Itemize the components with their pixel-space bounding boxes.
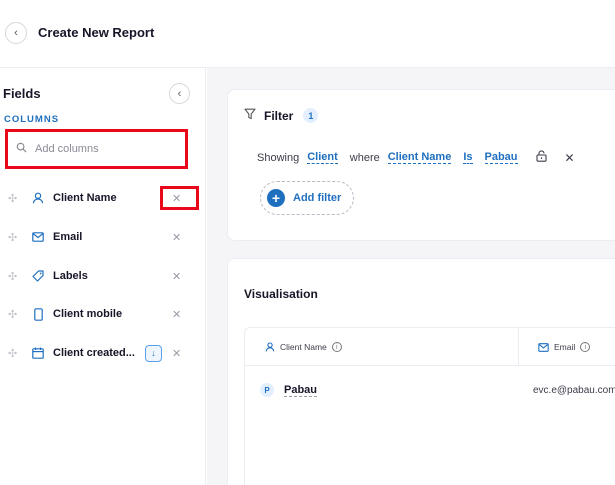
info-icon[interactable]: i — [580, 342, 591, 352]
add-filter-label: Add filter — [293, 192, 342, 204]
column-header-label: Client Name — [280, 342, 327, 352]
column-header-label: Email — [554, 342, 576, 352]
filter-card: Filter 1 Showing Client where Client Nam… — [227, 89, 615, 241]
table-row: P Pabau evc.e@pabau.com — [245, 366, 615, 412]
filter-value-selector[interactable]: Pabau — [484, 151, 518, 164]
email-cell: evc.e@pabau.com — [533, 385, 615, 396]
drag-handle-icon[interactable]: ✣ — [8, 270, 17, 283]
mail-icon — [538, 342, 549, 352]
field-row-email[interactable]: ✣ Email ✕ — [0, 225, 200, 249]
client-name-cell[interactable]: Pabau — [284, 384, 318, 397]
mail-icon — [31, 230, 45, 244]
funnel-icon — [244, 108, 256, 123]
fields-sidebar: Fields ‹ COLUMNS ✣ Client Name ✕ ✣ Email… — [0, 68, 206, 485]
info-icon[interactable]: i — [331, 342, 342, 352]
table-header: Client Name i Email i — [245, 328, 615, 366]
remove-field-button[interactable]: ✕ — [172, 347, 181, 360]
remove-field-button[interactable]: ✕ — [172, 308, 181, 321]
search-icon — [16, 142, 27, 156]
entity-selector[interactable]: Client — [307, 151, 338, 164]
where-label: where — [349, 151, 380, 164]
field-row-labels[interactable]: ✣ Labels ✕ — [0, 264, 200, 288]
showing-label: Showing — [257, 151, 300, 164]
columns-section-label: COLUMNS — [4, 114, 60, 125]
calendar-icon — [31, 346, 45, 360]
field-label: Labels — [53, 270, 88, 282]
add-columns-input[interactable] — [35, 143, 175, 155]
column-header-email[interactable]: Email i — [538, 328, 591, 366]
arrow-down-icon: ↓ — [151, 348, 156, 358]
top-bar: ‹ Create New Report — [0, 0, 615, 68]
user-icon — [265, 342, 275, 352]
avatar: P — [260, 383, 274, 397]
filter-sentence: Showing Client where Client Name Is Paba… — [257, 150, 587, 165]
sort-button[interactable]: ↓ — [145, 344, 162, 362]
filter-field-selector[interactable]: Client Name — [387, 151, 452, 164]
lock-icon[interactable] — [535, 150, 547, 165]
drag-handle-icon[interactable]: ✣ — [8, 192, 17, 205]
filter-title: Filter — [264, 108, 294, 123]
field-label: Client created... — [53, 347, 135, 359]
close-icon[interactable]: ✕ — [565, 151, 575, 165]
column-header-client-name[interactable]: Client Name i — [265, 328, 342, 366]
report-table: Client Name i Email i P Pabau evc.e@paba… — [244, 327, 615, 485]
remove-field-button[interactable]: ✕ — [172, 270, 181, 283]
user-icon — [31, 191, 45, 205]
field-row-client-mobile[interactable]: ✣ Client mobile ✕ — [0, 302, 200, 326]
tag-icon — [31, 269, 45, 283]
filter-header: Filter 1 — [244, 108, 319, 123]
add-filter-button[interactable]: + Add filter — [260, 181, 354, 215]
page-title: Create New Report — [38, 25, 155, 40]
drag-handle-icon[interactable]: ✣ — [8, 231, 17, 244]
main-content: Filter 1 Showing Client where Client Nam… — [207, 68, 615, 485]
field-label: Email — [53, 231, 83, 243]
fields-title: Fields — [3, 86, 41, 101]
collapse-sidebar-button[interactable]: ‹ — [169, 83, 190, 104]
back-button[interactable]: ‹ — [5, 22, 27, 44]
remove-field-button[interactable]: ✕ — [172, 231, 181, 244]
field-label: Client mobile — [53, 308, 123, 320]
add-columns-search — [5, 129, 188, 169]
field-label: Client Name — [53, 192, 117, 204]
plus-icon: + — [267, 189, 285, 207]
filter-operator-selector[interactable]: Is — [463, 151, 473, 164]
chevron-left-icon: ‹ — [14, 27, 18, 39]
drag-handle-icon[interactable]: ✣ — [8, 347, 17, 360]
visualisation-title: Visualisation — [244, 287, 318, 301]
remove-highlight-box — [160, 186, 199, 210]
chevron-left-icon: ‹ — [177, 87, 182, 100]
mobile-icon — [31, 307, 45, 321]
visualisation-card: Visualisation Client Name i Email i P Pa… — [227, 258, 615, 485]
filter-count-badge: 1 — [303, 108, 319, 123]
column-divider — [518, 328, 519, 366]
drag-handle-icon[interactable]: ✣ — [8, 308, 17, 321]
field-row-client-created[interactable]: ✣ Client created... ↓ ✕ — [0, 341, 200, 365]
